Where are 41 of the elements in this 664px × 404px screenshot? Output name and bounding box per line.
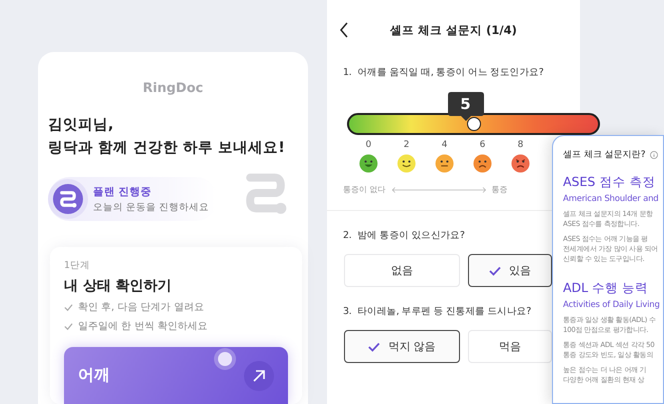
greeting-text: 김잇피님, 링닥과 함께 건강한 하루 보내세요! — [48, 116, 286, 158]
marker-dot-icon — [218, 352, 232, 366]
slider-thumb[interactable] — [466, 117, 480, 131]
answer-option[interactable]: 먹지 않음 — [344, 330, 460, 363]
section-heading: ADL 수행 능력 — [563, 280, 650, 297]
brand-logo-text: RingDoc — [142, 81, 204, 96]
check-icon — [64, 302, 73, 312]
check-item-text: 일주일에 한 번씩 확인하세요 — [78, 320, 208, 333]
scale-tick-label: 0 — [366, 140, 372, 150]
question-text: 3. 타이레놀, 부루펜 등 진통제를 드시나요? — [343, 305, 532, 319]
back-icon[interactable] — [339, 22, 349, 38]
step-label: 1단계 — [64, 259, 92, 272]
check-icon — [64, 322, 73, 330]
logo-icon — [53, 184, 83, 214]
scale-tick-label: 2 — [404, 140, 410, 150]
answer-option[interactable]: 없음 — [344, 254, 460, 287]
scale-tick-label: 4 — [442, 140, 448, 150]
popup-title: 셀프 체크 설문지란? — [563, 149, 646, 161]
question-text: 1. 어깨를 움직일 때, 통증이 어느 정도인가요? — [343, 66, 544, 80]
check-icon — [368, 342, 380, 352]
body-part-label: 어깨 — [78, 365, 110, 386]
value-tooltip: 5 — [448, 92, 484, 121]
section-heading: ASES 점수 측정 — [563, 174, 656, 191]
answer-option[interactable]: 먹음 — [468, 330, 552, 363]
scale-tick-label: 6 — [480, 140, 486, 150]
section-subtitle: American Shoulder and — [563, 194, 660, 204]
question-text: 2. 밤에 통증이 있으신가요? — [343, 229, 465, 243]
info-icon[interactable] — [650, 150, 658, 158]
plan-title: 플랜 진행중 — [93, 184, 153, 198]
section-subtitle: Activities of Daily Living — [563, 300, 661, 310]
check-item-text: 확인 후, 다음 단계가 열려요 — [78, 301, 204, 314]
max-label: 통증 — [492, 184, 508, 195]
answer-option[interactable]: 있음 — [468, 254, 552, 287]
pain-slider[interactable] — [347, 113, 600, 135]
double-arrow-icon — [392, 186, 486, 192]
step-title: 내 상태 확인하기 — [64, 277, 173, 295]
plan-subtitle: 오늘의 운동을 진행하세요 — [93, 200, 210, 214]
check-icon — [489, 266, 501, 276]
screen-title: 셀프 체크 설문지 (1/4) — [390, 22, 517, 38]
min-label: 통증이 없다 — [343, 184, 386, 195]
scale-tick-label: 8 — [518, 140, 524, 150]
